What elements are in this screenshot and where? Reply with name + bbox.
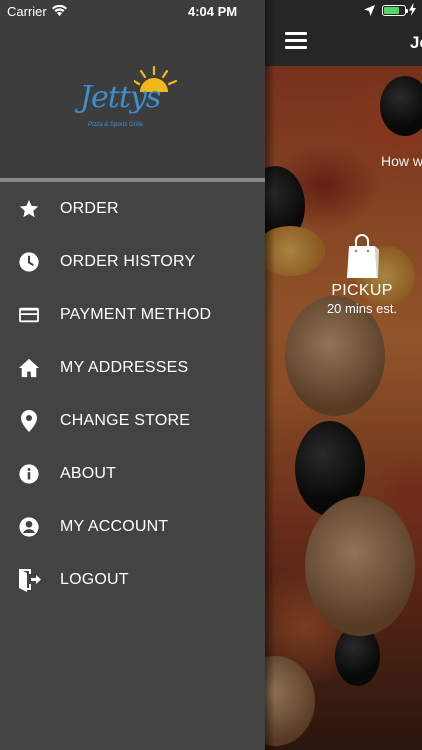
star-icon (17, 197, 41, 221)
battery-icon (382, 5, 408, 16)
pickup-time-estimate: 20 mins est. (326, 301, 398, 316)
menu-item-change-store[interactable]: CHANGE STORE (0, 394, 265, 447)
credit-card-icon (17, 303, 41, 327)
logout-icon (17, 568, 41, 592)
logo-brand-name: Jettys (80, 80, 161, 115)
menu-item-label: PAYMENT METHOD (60, 305, 212, 323)
status-bar: Carrier 4:04 PM (0, 0, 422, 22)
location-pin-icon (17, 409, 41, 433)
app-title: Je (410, 33, 422, 52)
hamburger-menu-icon[interactable] (285, 32, 307, 50)
pickup-option[interactable]: PICKUP 20 mins est. (322, 232, 402, 316)
menu-item-label: ORDER (60, 199, 119, 217)
account-circle-icon (17, 515, 41, 539)
menu-item-label: LOGOUT (60, 570, 129, 588)
location-arrow-icon (364, 5, 375, 16)
clock-icon (17, 250, 41, 274)
carrier-name: Carrier (7, 4, 47, 19)
order-type-prompt: How w (381, 153, 422, 169)
shopping-bag-icon (347, 234, 379, 278)
drawer-header: Jettys Pizza & Sports Grille (0, 0, 265, 178)
menu-item-label: ORDER HISTORY (60, 252, 196, 270)
menu-item-my-account[interactable]: MY ACCOUNT (0, 500, 265, 553)
home-icon (17, 356, 41, 380)
menu-item-label: MY ACCOUNT (60, 517, 169, 535)
drawer-menu: ORDER ORDER HISTORY PAYMENT METHOD MY AD… (0, 182, 265, 606)
info-icon (17, 462, 41, 486)
menu-item-label: ABOUT (60, 464, 117, 482)
drawer-shadow (265, 0, 275, 750)
menu-item-about[interactable]: ABOUT (0, 447, 265, 500)
menu-item-label: CHANGE STORE (60, 411, 191, 429)
menu-item-order-history[interactable]: ORDER HISTORY (0, 235, 265, 288)
menu-item-logout[interactable]: LOGOUT (0, 553, 265, 606)
charging-bolt-icon (409, 3, 416, 16)
brand-logo: Jettys Pizza & Sports Grille (74, 66, 194, 136)
wifi-icon (52, 5, 67, 16)
menu-item-label: MY ADDRESSES (60, 358, 189, 376)
pickup-label: PICKUP (331, 282, 393, 299)
menu-item-order[interactable]: ORDER (0, 182, 265, 235)
menu-item-my-addresses[interactable]: MY ADDRESSES (0, 341, 265, 394)
navigation-drawer: Jettys Pizza & Sports Grille ORDER ORDER… (0, 0, 265, 750)
logo-tagline: Pizza & Sports Grille (88, 122, 144, 128)
menu-item-payment-method[interactable]: PAYMENT METHOD (0, 288, 265, 341)
clock-time: 4:04 PM (188, 4, 238, 19)
